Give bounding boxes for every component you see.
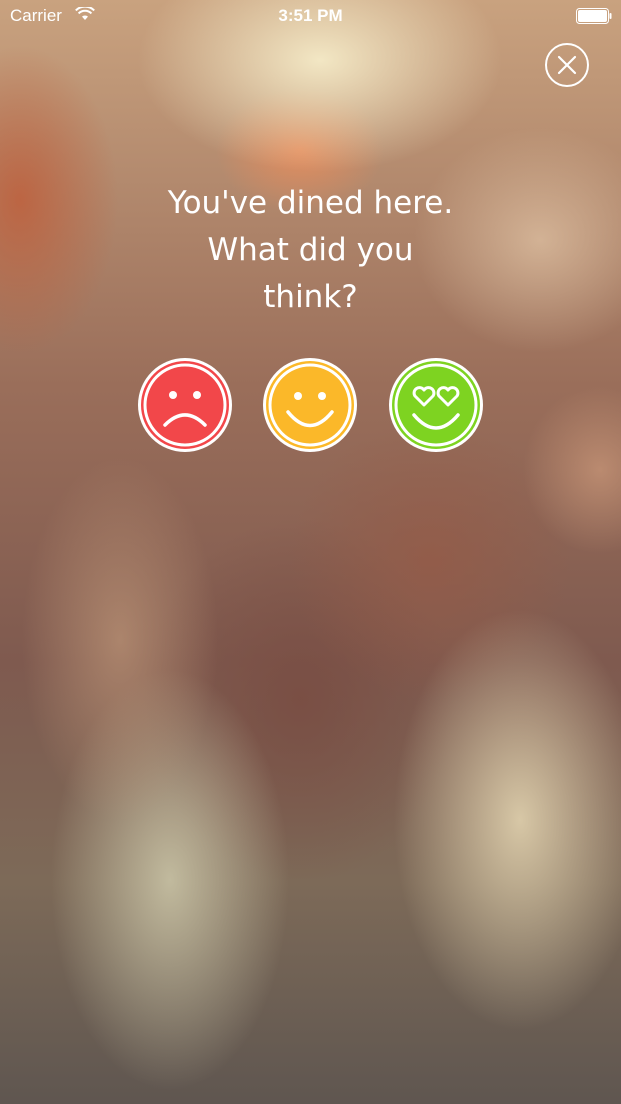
status-time: 3:51 PM [278, 6, 343, 25]
close-icon [557, 55, 577, 75]
heart-eyes-face-icon [389, 358, 483, 452]
rating-great-button[interactable] [388, 357, 484, 453]
rating-prompt: You've dined here. What did you think? [100, 180, 521, 321]
prompt-line-1: You've dined here. [167, 185, 454, 221]
close-button[interactable] [545, 43, 589, 87]
prompt-line-2: What did you [207, 232, 414, 268]
prompt-line-3: think? [263, 279, 358, 315]
rating-bad-button[interactable] [137, 357, 233, 453]
smile-face-icon [263, 358, 357, 452]
rating-screen: Carrier 3:51 PM You've dined here. What … [0, 0, 621, 1104]
battery-icon [576, 8, 612, 24]
blurred-background [0, 0, 621, 1104]
status-bar: Carrier 3:51 PM [0, 0, 621, 32]
rating-ok-button[interactable] [262, 357, 358, 453]
sad-face-icon [138, 358, 232, 452]
